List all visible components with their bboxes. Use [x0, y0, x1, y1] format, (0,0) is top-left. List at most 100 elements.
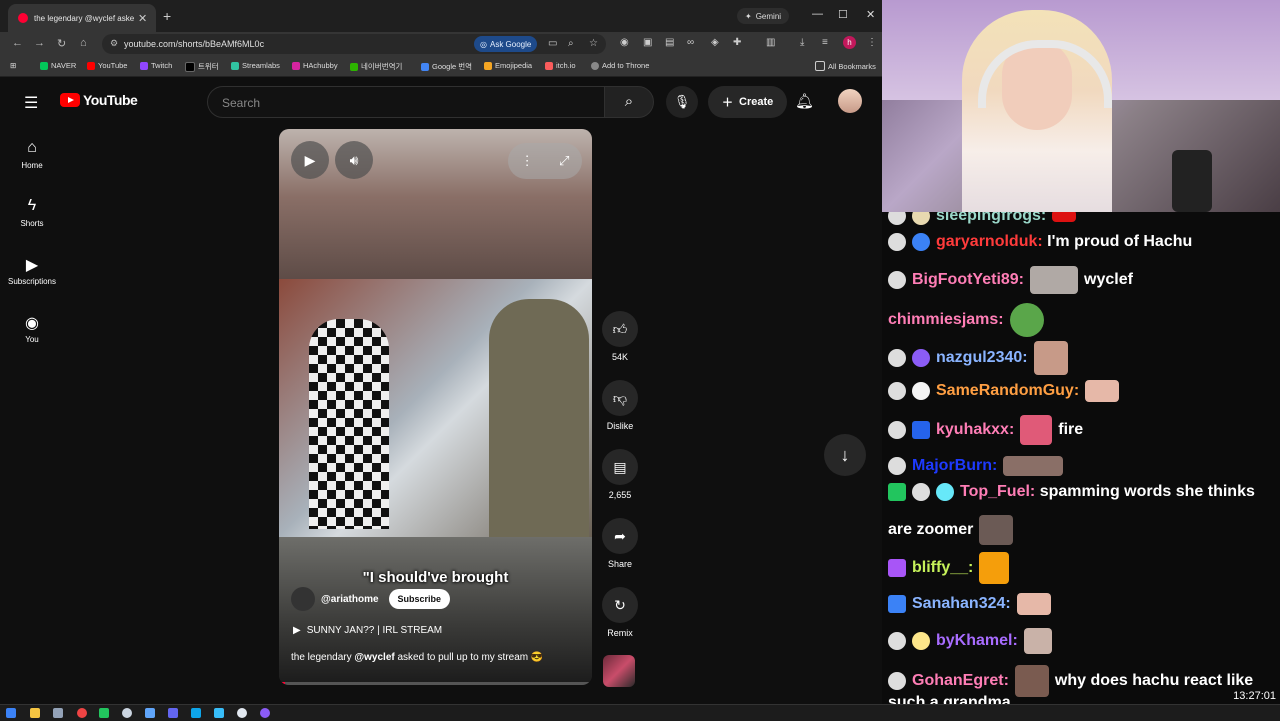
hamburger-menu-icon[interactable]: ☰ — [24, 93, 38, 113]
more-options-icon[interactable]: ⋮ — [521, 153, 534, 169]
new-tab-button[interactable]: + — [163, 8, 171, 24]
reload-icon[interactable]: ↻ — [57, 37, 66, 50]
extension-icon[interactable]: ◉ — [620, 37, 629, 48]
stream-chat: sleepingfrogs: garyarnolduk: I'm proud o… — [882, 212, 1280, 704]
fullscreen-icon[interactable]: ⤢ — [559, 153, 569, 169]
controller-badge-icon — [912, 349, 930, 367]
chat-username: MajorBurn: — [912, 457, 998, 474]
zoom-icon[interactable]: ⌕ — [568, 38, 574, 49]
sound-thumbnail[interactable] — [603, 655, 635, 687]
bookmark-item[interactable]: 트위터 — [185, 61, 219, 72]
bookmark-item[interactable]: Emojipedia — [484, 61, 532, 70]
menu-kebab-icon[interactable]: ⋮ — [867, 37, 877, 48]
thumbs-down-icon: 👎︎ — [602, 380, 638, 416]
shorts-player[interactable]: ▶ 🔊︎ ⋮ ⤢ "I should've brought @ariathome… — [279, 129, 592, 685]
profile-avatar[interactable]: h — [843, 36, 856, 49]
chrome-icon[interactable] — [77, 708, 87, 718]
fire-emote — [979, 552, 1010, 584]
gemini-button[interactable]: ✦ Gemini — [737, 8, 790, 24]
tab-close-button[interactable]: ✕ — [138, 12, 147, 25]
account-avatar[interactable] — [838, 89, 862, 113]
extensions-puzzle-icon[interactable]: ✚ — [733, 37, 741, 48]
share-button[interactable]: ➦ Share — [598, 518, 642, 569]
youtube-logo[interactable]: YouTube — [60, 92, 138, 108]
explorer-icon[interactable] — [30, 708, 40, 718]
app-icon[interactable] — [237, 708, 247, 718]
bookmark-item[interactable]: Google 번역 — [421, 61, 472, 72]
omnibox[interactable]: ⚙ youtube.com/shorts/bBeAMf6ML0c ▭ ◎ Ask … — [102, 34, 606, 54]
comments-button[interactable]: ▤ 2,655 — [598, 449, 642, 500]
search-button[interactable]: ⌕ — [604, 86, 654, 118]
forward-icon[interactable]: → — [34, 37, 45, 49]
sidenav-item-you[interactable]: ◉ You — [0, 313, 64, 344]
app-icon[interactable] — [145, 708, 155, 718]
home-nav-icon[interactable]: ⌂ — [80, 37, 87, 49]
bookmark-item[interactable]: HAchubby — [292, 61, 338, 70]
site-info-icon[interactable]: ⚙ — [110, 38, 118, 49]
desc-mention[interactable]: @wyclef — [354, 652, 394, 663]
cast-icon[interactable]: ▭ — [548, 38, 557, 49]
chat-text: why does hachu react like — [1054, 672, 1254, 690]
browser-tab[interactable]: the legendary @wyclef asked to ✕ — [8, 4, 156, 32]
app-icon[interactable] — [122, 708, 132, 718]
download-icon[interactable]: ⤓ — [800, 37, 804, 48]
voice-search-button[interactable]: 🎙︎ — [666, 86, 698, 118]
app-icon[interactable] — [214, 708, 224, 718]
extension-icon[interactable]: ▣ — [643, 37, 652, 48]
progress-fill — [279, 682, 286, 685]
sidenav-item-home[interactable]: ⌂ Home — [0, 139, 64, 170]
pepe-emote — [1009, 303, 1044, 337]
discord-icon[interactable] — [168, 708, 178, 718]
channel-name[interactable]: @ariathome — [321, 594, 379, 605]
channel-row: @ariathome Subscribe — [291, 587, 451, 611]
chat-text: spamming words she thinks — [1039, 483, 1255, 500]
bookmark-item[interactable]: itch.io — [545, 61, 576, 70]
dislike-button[interactable]: 👎︎ Dislike — [598, 380, 642, 431]
remix-button[interactable]: ↻ Remix — [598, 587, 642, 638]
search-input[interactable] — [220, 95, 594, 111]
chat-username: sleepingfrogs: — [936, 212, 1047, 224]
bookmark-item[interactable]: YouTube — [87, 61, 127, 70]
bookmark-item[interactable]: 네이버번역기 — [350, 61, 402, 72]
bookmark-item[interactable]: Twitch — [140, 61, 172, 70]
video-progress-bar[interactable] — [279, 682, 592, 685]
bookmark-star-icon[interactable]: ☆ — [589, 38, 598, 49]
chat-badge-icon — [888, 381, 906, 400]
sidepanel-icon[interactable]: ▥ — [766, 37, 775, 48]
next-short-button[interactable]: ↓ — [824, 434, 866, 476]
channel-avatar[interactable] — [291, 587, 315, 611]
app-icon[interactable] — [53, 708, 63, 718]
chat-text: fire — [1058, 421, 1084, 439]
extension-icon[interactable]: ▤ — [665, 37, 674, 48]
sidenav-item-subscriptions[interactable]: ▶︎ Subscriptions — [0, 255, 64, 286]
sparkle-icon: ✦ — [745, 11, 752, 21]
like-button[interactable]: 👍︎ 54K — [598, 311, 642, 362]
back-icon[interactable]: ← — [12, 37, 23, 49]
volume-button[interactable]: 🔊︎ — [335, 141, 373, 179]
bookmark-item[interactable]: NAVER — [40, 61, 76, 70]
app-icon[interactable] — [99, 708, 109, 718]
music-link[interactable]: ▶ SUNNY JAN?? | IRL STREAM — [293, 625, 442, 636]
notifications-bell-icon[interactable]: 🔔︎ — [795, 92, 814, 110]
subscribe-button[interactable]: Subscribe — [388, 589, 451, 609]
extension-icon[interactable]: ∞ — [687, 37, 694, 48]
bookmark-item[interactable]: Streamlabs — [231, 61, 280, 70]
start-icon[interactable] — [6, 708, 16, 718]
app-icon[interactable] — [191, 708, 201, 718]
maximize-button[interactable]: ☐ — [838, 8, 848, 21]
search-box[interactable] — [207, 86, 605, 118]
ask-google-button[interactable]: ◎ Ask Google — [474, 36, 538, 52]
close-window-button[interactable]: ✕ — [866, 8, 875, 21]
url-text[interactable]: youtube.com/shorts/bBeAMf6ML0c — [124, 39, 264, 49]
play-button[interactable]: ▶ — [291, 141, 329, 179]
extension-icon[interactable]: ◈ — [711, 37, 719, 48]
create-button[interactable]: ＋ Create — [708, 86, 788, 118]
bookmark-item[interactable]: Add to Throne — [591, 61, 649, 70]
sidenav-item-shorts[interactable]: ϟ Shorts — [0, 197, 64, 228]
all-bookmarks-button[interactable]: All Bookmarks — [815, 61, 876, 71]
apps-grid-icon[interactable]: ⊞ — [10, 61, 16, 70]
media-icon[interactable]: ≡ — [822, 37, 828, 48]
minimize-button[interactable]: — — [812, 8, 823, 20]
obs-icon[interactable] — [260, 708, 270, 718]
home-icon: ⌂ — [27, 139, 37, 156]
